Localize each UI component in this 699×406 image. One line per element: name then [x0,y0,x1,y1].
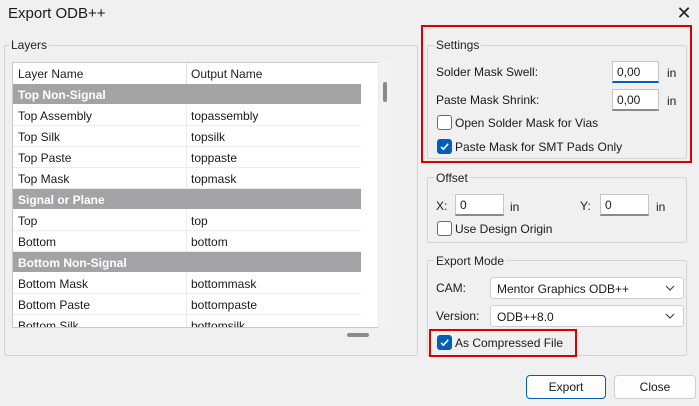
checkmark-icon [440,339,449,347]
cam-label: CAM: [436,281,466,295]
cam-select-value: Mentor Graphics ODB++ [497,282,630,296]
as-compressed-file-label[interactable]: As Compressed File [455,336,563,350]
paste-mask-smt-label[interactable]: Paste Mask for SMT Pads Only [455,140,622,154]
layer-name-cell: Signal or Plane [18,193,105,207]
offset-y-label: Y: [580,199,591,213]
settings-group-label: Settings [434,38,482,52]
layer-name-cell: Bottom Paste [18,298,91,312]
cam-select[interactable]: Mentor Graphics ODB++ [490,277,684,299]
layer-row[interactable]: Top Paste toppaste [13,147,361,168]
chevron-down-icon [665,285,675,291]
layers-list-header: Layer Name Output Name [13,63,361,84]
solder-mask-swell-unit: in [667,66,677,80]
layers-listview[interactable]: Layer Name Output Name Top Non-Signal Top… [12,62,391,328]
layers-list-rows: Top Non-Signal Top Assembly topassembly Top… [13,84,361,328]
layer-group-row[interactable]: Bottom Non-Signal [13,252,361,273]
layer-name-cell: Top [18,214,38,228]
paste-mask-smt-checkbox[interactable] [437,139,452,154]
column-header-output-name[interactable]: Output Name [191,67,262,81]
use-design-origin-checkbox[interactable] [437,221,452,236]
version-select-value: ODB++8.0 [497,310,554,324]
offset-group-label: Offset [434,171,470,185]
output-name-cell[interactable]: bottommask [191,277,256,291]
layer-group-row[interactable]: Top Non-Signal [13,84,361,105]
layer-name-cell: Bottom [18,235,57,249]
output-name-cell[interactable]: topsilk [191,130,225,144]
output-name-cell[interactable]: top [191,214,208,228]
layer-group-row[interactable]: Signal or Plane [13,189,361,210]
layers-horizontal-scrollbar[interactable] [12,328,378,342]
output-name-cell[interactable]: bottomsilk [191,319,245,327]
layers-group-label: Layers [9,38,50,52]
horizontal-scroll-thumb[interactable] [347,333,369,337]
close-button[interactable]: Close [614,375,696,399]
layer-name-cell: Bottom Non-Signal [18,256,127,270]
layer-name-cell: Bottom Mask [18,277,89,291]
as-compressed-file-checkbox[interactable] [437,335,452,350]
output-name-cell[interactable]: toppaste [191,151,237,165]
layer-name-cell: Top Paste [18,151,72,165]
version-label: Version: [436,309,480,323]
paste-mask-shrink-input[interactable]: 0,00 [612,89,659,111]
offset-x-label: X: [436,199,448,213]
close-window-icon[interactable]: ✕ [674,3,694,23]
layers-vertical-scrollbar[interactable] [378,62,391,328]
solder-mask-swell-input[interactable]: 0,00 [612,61,659,83]
output-name-cell[interactable]: topassembly [191,109,258,123]
column-header-layer-name[interactable]: Layer Name [18,67,83,81]
open-solder-mask-vias-label[interactable]: Open Solder Mask for Vias [455,116,598,130]
export-button[interactable]: Export [526,375,606,399]
layer-name-cell: Top Assembly [18,109,93,123]
checkmark-icon [440,143,449,151]
layer-row[interactable]: Top top [13,210,361,231]
layer-name-cell: Top Mask [18,172,70,186]
layer-row[interactable]: Bottom Mask bottommask [13,273,361,294]
layer-row[interactable]: Top Silk topsilk [13,126,361,147]
window-title: Export ODB++ [8,5,106,22]
use-design-origin-label[interactable]: Use Design Origin [455,222,552,236]
vertical-scroll-thumb[interactable] [383,82,387,102]
output-name-cell[interactable]: bottompaste [191,298,257,312]
open-solder-mask-vias-checkbox[interactable] [437,115,452,130]
layer-name-cell: Top Non-Signal [18,88,106,102]
offset-x-unit: in [510,200,520,214]
output-name-cell[interactable]: bottom [191,235,228,249]
output-name-cell[interactable]: topmask [191,172,236,186]
layer-row[interactable]: Bottom Paste bottompaste [13,294,361,315]
layer-row[interactable]: Top Assembly topassembly [13,105,361,126]
layer-name-cell: Top Silk [18,130,61,144]
paste-mask-shrink-label: Paste Mask Shrink: [436,93,540,107]
export-mode-group-label: Export Mode [434,254,507,268]
chevron-down-icon [665,313,675,319]
paste-mask-shrink-unit: in [667,94,677,108]
offset-y-input[interactable]: 0 [600,194,649,216]
layer-row[interactable]: Top Mask topmask [13,168,361,189]
layer-row[interactable]: Bottom bottom [13,231,361,252]
solder-mask-swell-label: Solder Mask Swell: [436,65,539,79]
version-select[interactable]: ODB++8.0 [490,305,684,327]
offset-x-input[interactable]: 0 [455,194,504,216]
layer-row[interactable]: Bottom Silk bottomsilk [13,315,361,328]
offset-y-unit: in [656,200,666,214]
layer-name-cell: Bottom Silk [18,319,79,328]
